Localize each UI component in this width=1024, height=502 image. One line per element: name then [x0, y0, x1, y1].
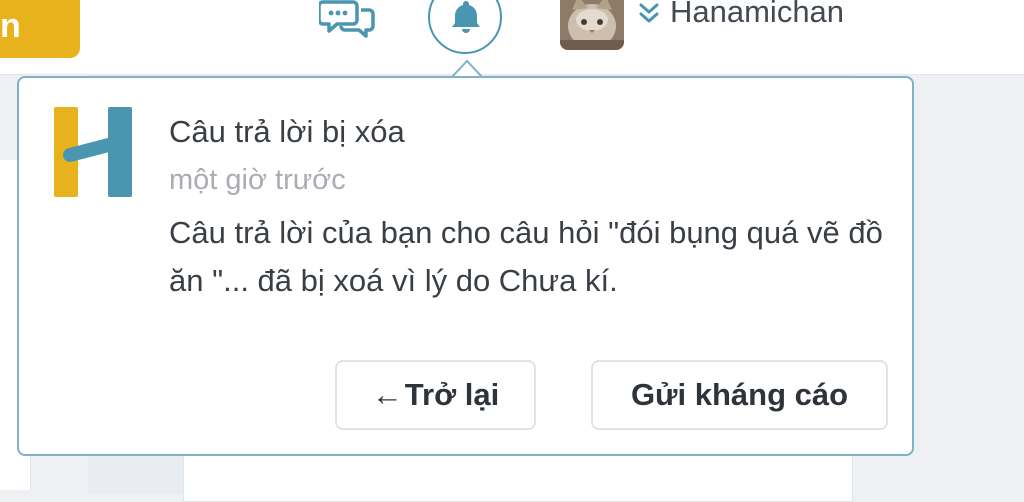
notification-popover: Câu trả lời bị xóa một giờ trước Câu trả…	[17, 76, 914, 456]
top-navigation-bar: n Hanamichan	[0, 0, 1024, 75]
user-avatar[interactable]	[560, 0, 624, 50]
appeal-button-label: Gửi kháng cáo	[630, 377, 849, 412]
notification-timestamp: một giờ trước	[169, 164, 346, 196]
bell-icon	[452, 1, 480, 33]
back-button[interactable]: ← Trở lại	[335, 360, 536, 430]
username-label[interactable]: Hanamichan	[670, 0, 844, 32]
notification-title: Câu trả lời bị xóa	[169, 114, 405, 149]
chat-bubbles-icon[interactable]	[317, 0, 377, 40]
arrow-left-icon: ←	[371, 377, 403, 412]
hoc24-logo	[54, 105, 134, 200]
top-left-button[interactable]: n	[0, 0, 80, 58]
popover-pointer	[452, 59, 482, 78]
notification-message: Câu trả lời của bạn cho câu hỏi "đói bụn…	[169, 215, 883, 298]
appeal-button[interactable]: Gửi kháng cáo	[591, 360, 888, 430]
chevron-double-down-icon[interactable]	[638, 0, 660, 26]
notification-bell-button[interactable]	[428, 0, 502, 54]
back-button-label: Trở lại	[404, 377, 500, 412]
